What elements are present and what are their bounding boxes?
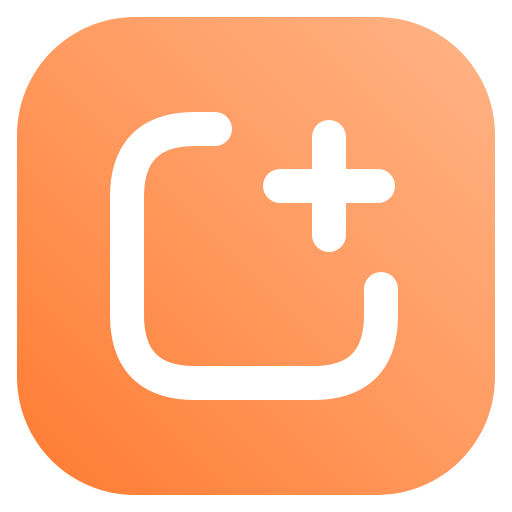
app-icon-svg — [17, 17, 495, 495]
canvas — [0, 0, 512, 512]
icon-gradient-fill — [17, 17, 495, 495]
app-icon-background[interactable] — [17, 17, 495, 495]
